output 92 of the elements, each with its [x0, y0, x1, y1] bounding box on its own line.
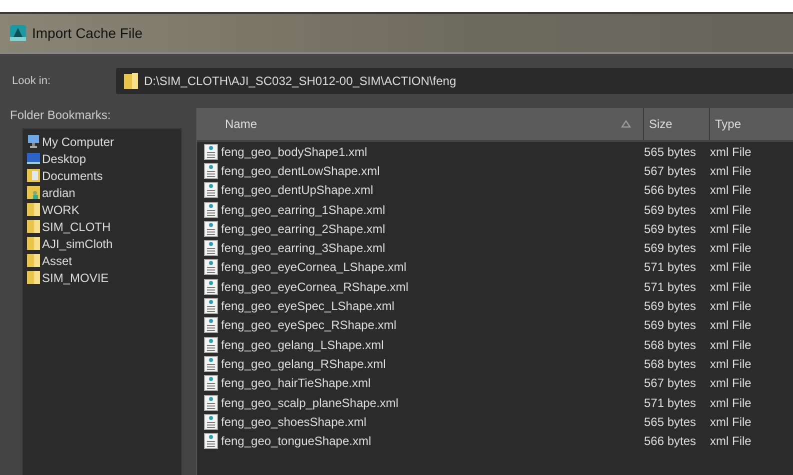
- file-type: xml File: [710, 260, 752, 274]
- folder-bookmarks-label: Folder Bookmarks:: [10, 108, 112, 124]
- file-size: 569 bytes: [644, 202, 698, 217]
- file-type: xml File: [710, 318, 752, 332]
- file-size: 569 bytes: [644, 222, 698, 236]
- file-name[interactable]: feng_geo_shoesShape.xml: [221, 414, 366, 429]
- file-type: xml File: [710, 183, 752, 198]
- xml-file-icon: [204, 433, 218, 450]
- file-type: xml File: [710, 144, 752, 159]
- file-size: 565 bytes: [644, 414, 698, 429]
- app-icon: [10, 25, 26, 41]
- xml-file-icon: [204, 259, 218, 276]
- file-type: xml File: [710, 376, 752, 390]
- file-type: xml File: [710, 414, 752, 429]
- file-size: 566 bytes: [644, 434, 698, 448]
- file-size: 567 bytes: [644, 376, 698, 390]
- file-size: 569 bytes: [644, 241, 698, 256]
- file-size: 569 bytes: [644, 299, 698, 314]
- xml-file-icon: [204, 317, 218, 334]
- file-name[interactable]: feng_geo_bodyShape1.xml: [221, 144, 368, 159]
- xml-file-icon: [204, 375, 218, 392]
- folder-icon: [124, 73, 138, 89]
- xml-file-icon: [204, 220, 218, 237]
- bookmark-item[interactable]: AJI_simCloth: [23, 235, 181, 252]
- file-name[interactable]: feng_geo_scalp_planeShape.xml: [221, 396, 398, 410]
- file-name[interactable]: feng_geo_tongueShape.xml: [221, 434, 372, 448]
- file-size: 565 bytes: [644, 144, 698, 159]
- xml-file-icon: [204, 356, 218, 372]
- file-name[interactable]: feng_geo_earring_3Shape.xml: [221, 241, 386, 256]
- file-size: 571 bytes: [644, 260, 698, 274]
- folder-icon: [27, 220, 40, 233]
- file-size: 567 bytes: [644, 164, 698, 178]
- file-name[interactable]: feng_geo_eyeCornea_RShape.xml: [221, 280, 408, 294]
- xml-file-icon: [204, 182, 218, 198]
- sort-icon: [621, 120, 631, 128]
- file-name[interactable]: feng_geo_earring_2Shape.xml: [221, 222, 386, 236]
- bookmark-item[interactable]: WORK: [23, 201, 181, 218]
- desktop-icon: [27, 152, 40, 165]
- bookmark-item[interactable]: Asset: [23, 252, 181, 269]
- file-size: 571 bytes: [644, 396, 698, 410]
- name-column-header[interactable]: Name: [197, 108, 644, 140]
- look-in-label: Look in:: [12, 75, 52, 87]
- bookmark-item[interactable]: SIM_MOVIE: [23, 269, 181, 286]
- window-title: Import Cache File: [32, 25, 142, 41]
- file-type: xml File: [710, 356, 752, 371]
- file-type: xml File: [710, 280, 752, 294]
- file-size: 568 bytes: [644, 356, 698, 371]
- file-size: 571 bytes: [644, 280, 698, 294]
- look-in-field[interactable]: D:\SIM_CLOTH\AJI_SC032_SH012-00_SIM\ACTION\feng: [116, 68, 793, 94]
- bookmark-item[interactable]: ardian: [23, 184, 181, 201]
- xml-file-icon: [204, 202, 218, 218]
- file-size: 569 bytes: [644, 318, 698, 332]
- size-column-header[interactable]: Size: [644, 108, 710, 140]
- xml-file-icon: [204, 394, 218, 410]
- file-name[interactable]: feng_geo_earring_1Shape.xml: [221, 202, 386, 217]
- type-column-header[interactable]: Type: [710, 108, 793, 140]
- folder-icon: [27, 203, 40, 216]
- file-name[interactable]: feng_geo_hairTieShape.xml: [221, 376, 371, 390]
- file-type: xml File: [710, 164, 752, 178]
- xml-file-icon: [204, 298, 218, 314]
- folder-icon: [27, 254, 40, 267]
- xml-file-icon: [204, 162, 218, 179]
- file-name[interactable]: feng_geo_eyeSpec_LShape.xml: [221, 299, 394, 314]
- file-name[interactable]: feng_geo_gelang_LShape.xml: [221, 338, 384, 352]
- file-name[interactable]: feng_geo_dentUpShape.xml: [221, 183, 374, 198]
- documents-folder-icon: [27, 169, 40, 182]
- bookmark-item[interactable]: My Computer: [23, 133, 181, 150]
- file-type: xml File: [710, 396, 752, 410]
- xml-file-icon: [204, 144, 218, 160]
- file-size: 566 bytes: [644, 183, 698, 198]
- file-type: xml File: [710, 299, 752, 314]
- file-name[interactable]: feng_geo_eyeCornea_LShape.xml: [221, 260, 406, 274]
- file-name[interactable]: feng_geo_gelang_RShape.xml: [221, 356, 386, 371]
- file-size: 568 bytes: [644, 338, 698, 352]
- xml-file-icon: [204, 336, 218, 353]
- computer-icon: [27, 135, 40, 148]
- file-name[interactable]: feng_geo_dentLowShape.xml: [221, 164, 380, 178]
- file-type: xml File: [710, 338, 752, 352]
- xml-file-icon: [204, 414, 218, 430]
- file-name[interactable]: feng_geo_eyeSpec_RShape.xml: [221, 318, 396, 332]
- folder-icon: [27, 237, 40, 250]
- folder-icon: [27, 271, 40, 284]
- file-type: xml File: [710, 222, 752, 236]
- bookmark-item[interactable]: Desktop: [23, 150, 181, 167]
- user-folder-icon: [27, 186, 40, 199]
- file-type: xml File: [710, 241, 752, 256]
- bookmark-item[interactable]: Documents: [23, 167, 181, 184]
- file-type: xml File: [710, 202, 752, 217]
- xml-file-icon: [204, 240, 218, 256]
- bookmark-item[interactable]: SIM_CLOTH: [23, 218, 181, 235]
- xml-file-icon: [204, 278, 218, 295]
- file-type: xml File: [710, 434, 752, 448]
